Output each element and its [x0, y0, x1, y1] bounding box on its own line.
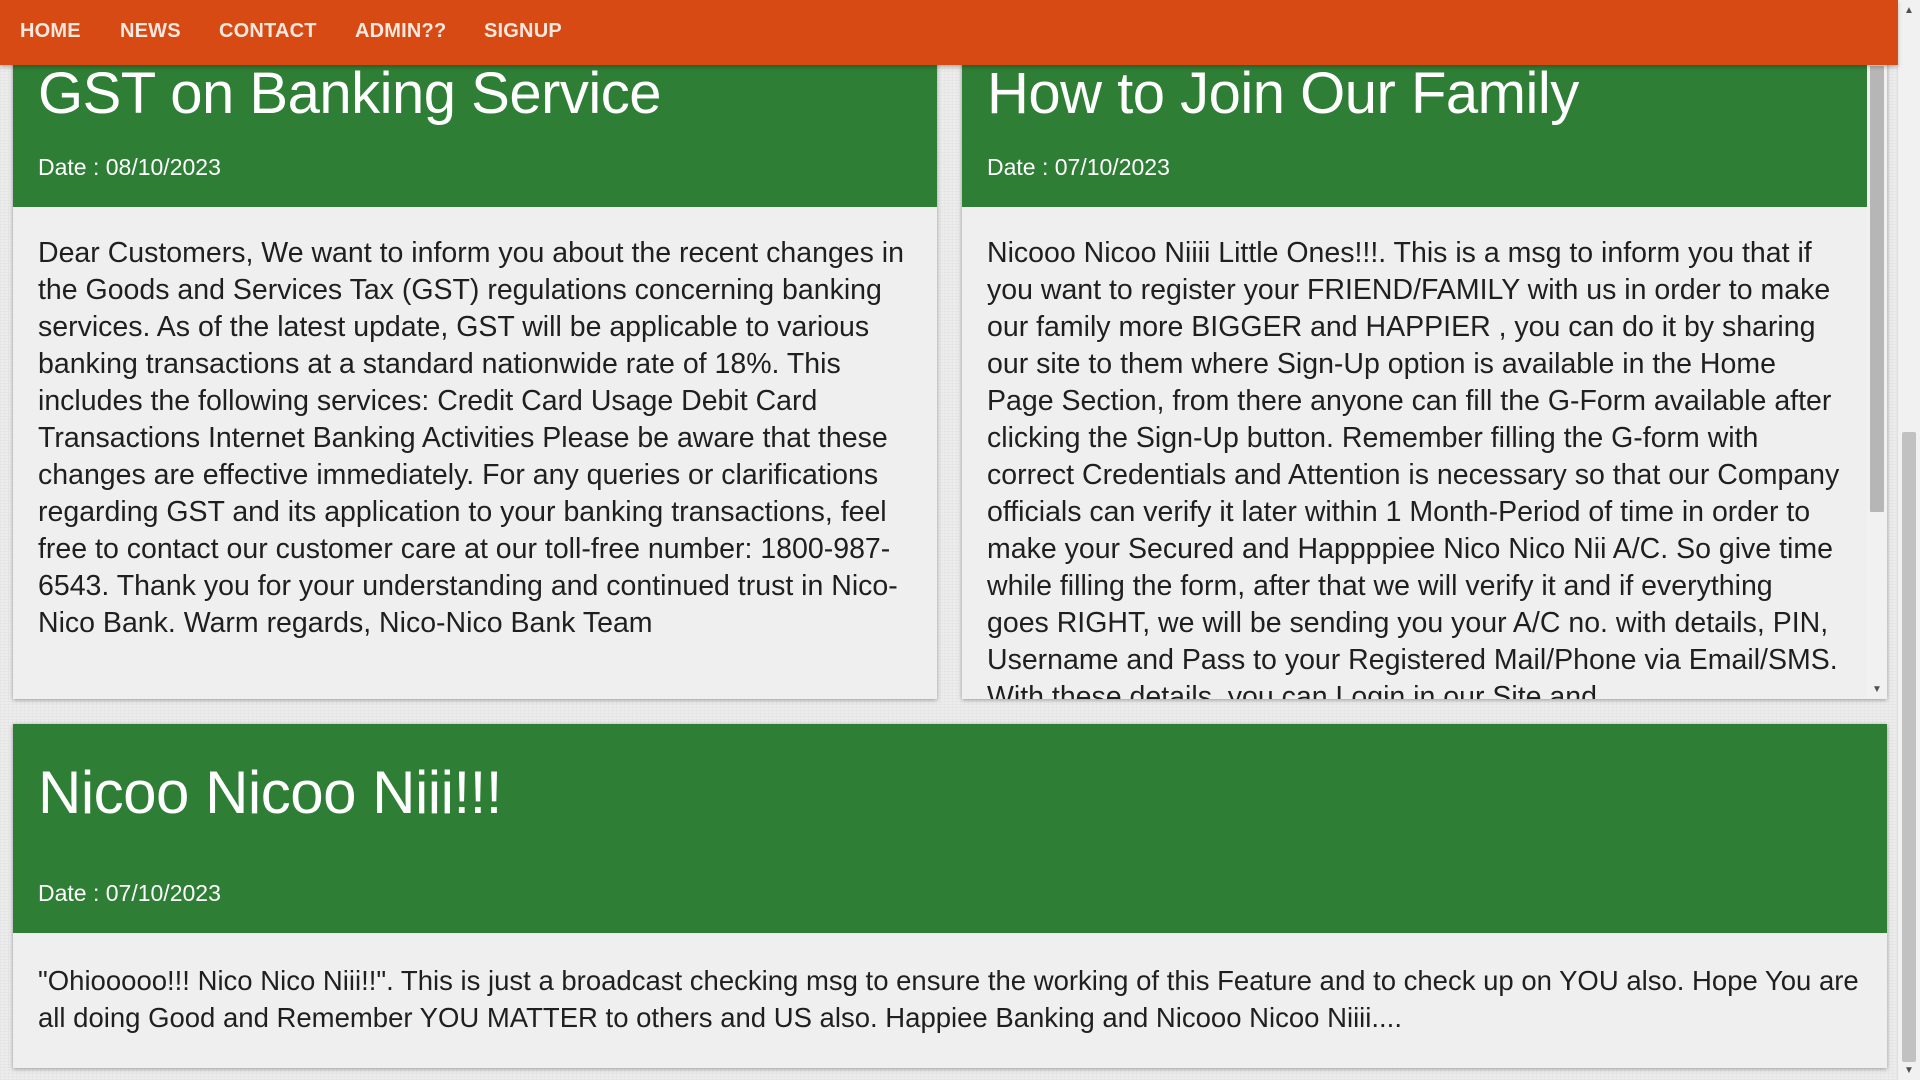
news-card-body: "Ohiooooo!!! Nico Nico Niii!!". This is …: [38, 965, 1859, 1033]
nav-signup-link[interactable]: SIGNUP: [484, 0, 562, 62]
top-navigation-bar: HOME NEWS CONTACT ADMIN?? SIGNUP: [0, 0, 1898, 65]
news-card-body: Dear Customers, We want to inform you ab…: [38, 237, 904, 639]
news-card[interactable]: How to Join Our Family Date : 07/10/2023…: [962, 20, 1887, 699]
news-card-date: Date : 07/10/2023: [38, 880, 221, 906]
nav-news-link[interactable]: NEWS: [120, 0, 181, 62]
page-scrollbar-thumb[interactable]: [1902, 432, 1916, 1062]
news-card-header: Nicoo Nicoo Niii!!! Date : 07/10/2023: [13, 724, 1887, 933]
news-card-body: Nicooo Nicoo Niiii Little Ones!!!. This …: [987, 237, 1840, 699]
news-card: Nicoo Nicoo Niii!!! Date : 07/10/2023 "O…: [13, 724, 1887, 1068]
news-card-date: Date : 07/10/2023: [987, 154, 1170, 180]
page-scrollbar[interactable]: ▲ ▼: [1897, 0, 1920, 1080]
news-card-title: GST on Banking Service: [38, 61, 662, 126]
nav-contact-link[interactable]: CONTACT: [219, 0, 317, 62]
news-card-date: Date : 08/10/2023: [38, 154, 221, 180]
nav-home-link[interactable]: HOME: [20, 0, 81, 62]
chevron-down-icon[interactable]: ▼: [1898, 1064, 1920, 1078]
card-scrollbar[interactable]: ▲ ▼: [1867, 20, 1887, 699]
news-card-title: Nicoo Nicoo Niii!!!: [38, 759, 502, 826]
chevron-down-icon[interactable]: ▼: [1867, 683, 1887, 697]
chevron-up-icon[interactable]: ▲: [1898, 4, 1920, 18]
nav-admin-link[interactable]: ADMIN??: [355, 0, 446, 62]
news-card-title: How to Join Our Family: [987, 61, 1579, 126]
news-card: GST on Banking Service Date : 08/10/2023…: [13, 20, 937, 699]
card-scrollbar-thumb[interactable]: [1870, 66, 1884, 512]
